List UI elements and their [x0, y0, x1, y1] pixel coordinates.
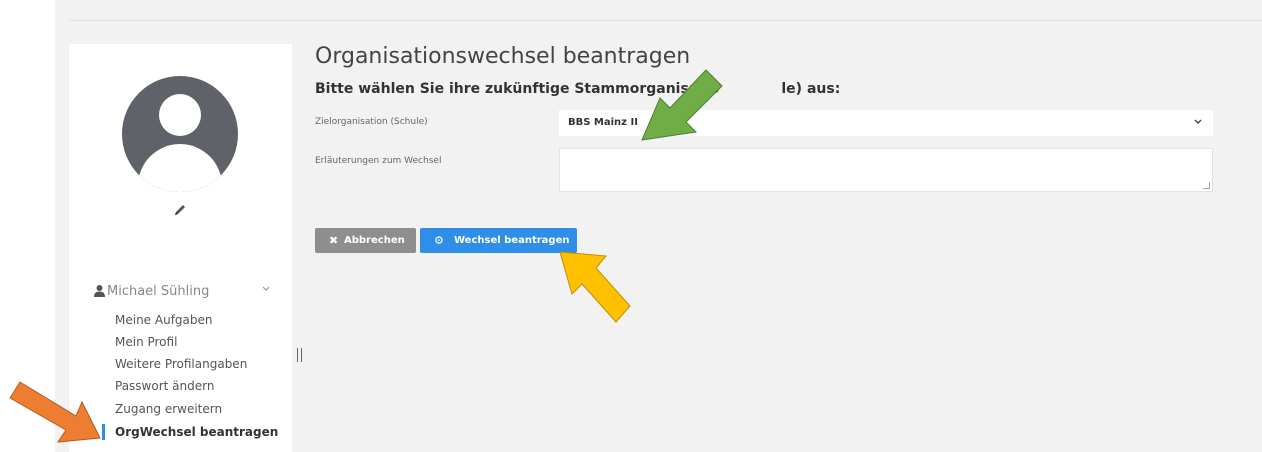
sidebar-item-meine-aufgaben[interactable]: Meine Aufgaben [115, 313, 213, 327]
page-title: Organisationswechsel beantragen [315, 44, 691, 69]
subtitle-part-2: le) aus: [781, 81, 841, 97]
sidebar-item-mein-profil[interactable]: Mein Profil [115, 335, 177, 349]
panel-resize-handle[interactable] [297, 348, 302, 362]
sidebar-item-weitere-profilangaben[interactable]: Weitere Profilangaben [115, 357, 247, 371]
user-name: Michael Sühling [107, 284, 210, 299]
selected-value: BBS Mainz II [568, 117, 638, 128]
green-arrow-icon [641, 69, 723, 141]
avatar-head [159, 94, 201, 136]
explanation-textarea[interactable] [559, 148, 1213, 192]
resize-grip-icon[interactable] [1203, 182, 1210, 189]
chevron-down-icon [1193, 116, 1203, 129]
submit-button-label: Wechsel beantragen [454, 235, 570, 246]
sidebar-item-orgwechsel-beantragen[interactable]: OrgWechsel beantragen [115, 425, 278, 439]
cancel-button[interactable]: ✖ Abbrechen [315, 228, 416, 253]
user-menu-toggle[interactable]: Michael Sühling [94, 283, 274, 303]
close-icon: ✖ [329, 234, 339, 247]
active-indicator [102, 424, 105, 440]
form-subtitle: Bitte wählen Sie ihre zukünftige Stammor… [315, 81, 840, 97]
target-organisation-label: Zielorganisation (Schule) [315, 117, 428, 127]
sidebar-item-passwort-aendern[interactable]: Passwort ändern [115, 379, 214, 393]
pencil-icon[interactable] [173, 203, 189, 219]
avatar-shoulders [138, 144, 222, 192]
user-icon [94, 284, 105, 298]
chevron-down-icon [261, 283, 271, 296]
gears-icon: ⚙ [434, 234, 444, 247]
yellow-arrow-icon [559, 251, 631, 323]
explanation-label: Erläuterungen zum Wechsel [315, 156, 442, 166]
top-divider [69, 20, 1262, 21]
cancel-button-label: Abbrechen [344, 235, 405, 246]
sidebar-item-zugang-erweitern[interactable]: Zugang erweitern [115, 402, 222, 416]
user-avatar-icon[interactable] [122, 76, 238, 192]
orange-arrow-icon [9, 381, 101, 443]
